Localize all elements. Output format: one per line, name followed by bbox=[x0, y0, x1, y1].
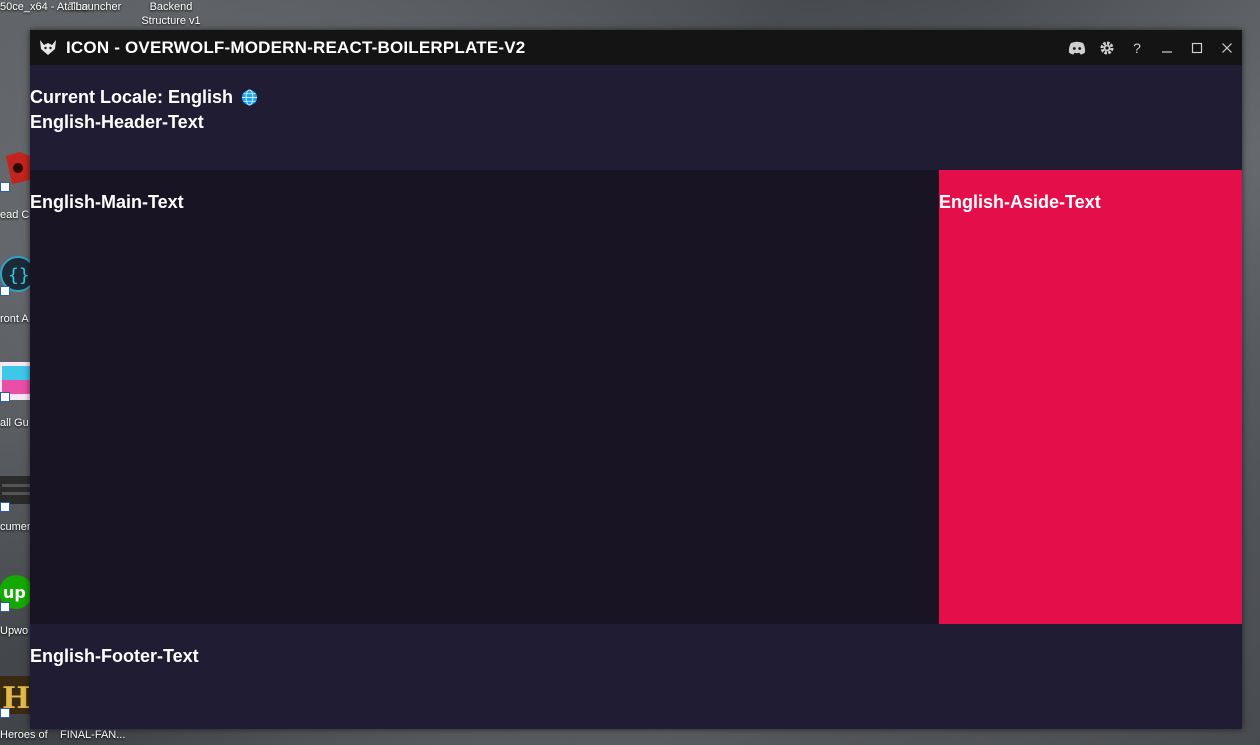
desktop-label-heroes[interactable]: Heroes of bbox=[0, 728, 48, 742]
main-text: English-Main-Text bbox=[30, 192, 184, 212]
maximize-icon bbox=[1191, 42, 1203, 53]
maximize-button[interactable] bbox=[1182, 30, 1212, 65]
close-icon bbox=[1222, 42, 1232, 53]
main-section: English-Main-Text bbox=[30, 170, 939, 624]
footer-section: English-Footer-Text bbox=[30, 624, 1242, 729]
desktop-label-backend-structure[interactable]: Backend Structure v1 bbox=[136, 0, 206, 28]
shortcut-arrow-icon bbox=[0, 392, 10, 402]
desktop-label-text: ront A bbox=[0, 313, 29, 325]
aside-text: English-Aside-Text bbox=[939, 192, 1101, 212]
desktop-label-documents[interactable]: cumen bbox=[0, 520, 33, 534]
overwolf-logo-icon bbox=[40, 40, 56, 55]
footer-text: English-Footer-Text bbox=[30, 646, 199, 666]
desktop-label-tlauncher[interactable]: TLauncher bbox=[64, 0, 126, 14]
discord-icon bbox=[1068, 41, 1086, 54]
desktop-label-front-app[interactable]: ront A bbox=[0, 312, 29, 326]
desktop-label-fall-guys[interactable]: all Gu bbox=[0, 416, 29, 430]
header-section: Current Locale: English English-Header-T… bbox=[30, 65, 1242, 170]
title-bar[interactable]: ICON - OVERWOLF-MODERN-REACT-BOILERPLATE… bbox=[30, 30, 1242, 65]
window-title: ICON - OVERWOLF-MODERN-REACT-BOILERPLATE… bbox=[66, 38, 526, 57]
shortcut-arrow-icon bbox=[0, 708, 10, 718]
minimize-button[interactable] bbox=[1152, 30, 1182, 65]
desktop-label-text: ead C bbox=[0, 209, 30, 221]
desktop-label-text: all Gu bbox=[0, 417, 29, 429]
svg-text:{}: {} bbox=[8, 265, 30, 286]
desktop-label-final-fantasy[interactable]: FINAL-FAN... bbox=[60, 728, 125, 742]
shortcut-arrow-icon bbox=[0, 502, 10, 512]
desktop-label-atalho[interactable]: 50ce_x64 - Atalho bbox=[0, 0, 88, 14]
svg-text:up: up bbox=[3, 583, 26, 602]
globe-icon[interactable] bbox=[241, 89, 258, 106]
settings-button[interactable] bbox=[1092, 30, 1122, 65]
help-button[interactable]: ? bbox=[1122, 30, 1152, 65]
aside-section: English-Aside-Text bbox=[939, 170, 1242, 624]
shortcut-arrow-icon bbox=[0, 602, 10, 612]
discord-button[interactable] bbox=[1062, 30, 1092, 65]
minimize-icon bbox=[1162, 50, 1172, 53]
gear-icon bbox=[1100, 41, 1114, 54]
current-locale: Current Locale: English bbox=[30, 87, 258, 108]
desktop-label-text: Heroes of bbox=[0, 729, 48, 741]
desktop-label-text: Upwo bbox=[0, 625, 29, 637]
desktop-label-upwork[interactable]: Upwo bbox=[0, 624, 28, 638]
desktop-label-text: FINAL-FAN... bbox=[60, 729, 126, 741]
app-window: ICON - OVERWOLF-MODERN-REACT-BOILERPLATE… bbox=[30, 30, 1242, 729]
desktop-label-text: TLauncher bbox=[68, 1, 122, 13]
desktop-label-text: cumen bbox=[0, 521, 34, 533]
close-button[interactable] bbox=[1212, 30, 1242, 65]
desktop-label-text: Backend Structure v1 bbox=[141, 1, 201, 27]
current-locale-label: Current Locale: English bbox=[30, 87, 234, 107]
shortcut-arrow-icon bbox=[0, 286, 10, 296]
help-icon: ? bbox=[1133, 39, 1141, 56]
header-text: English-Header-Text bbox=[30, 112, 204, 132]
shortcut-arrow-icon bbox=[0, 182, 10, 192]
desktop-label-dead-cells[interactable]: ead C bbox=[0, 208, 29, 222]
